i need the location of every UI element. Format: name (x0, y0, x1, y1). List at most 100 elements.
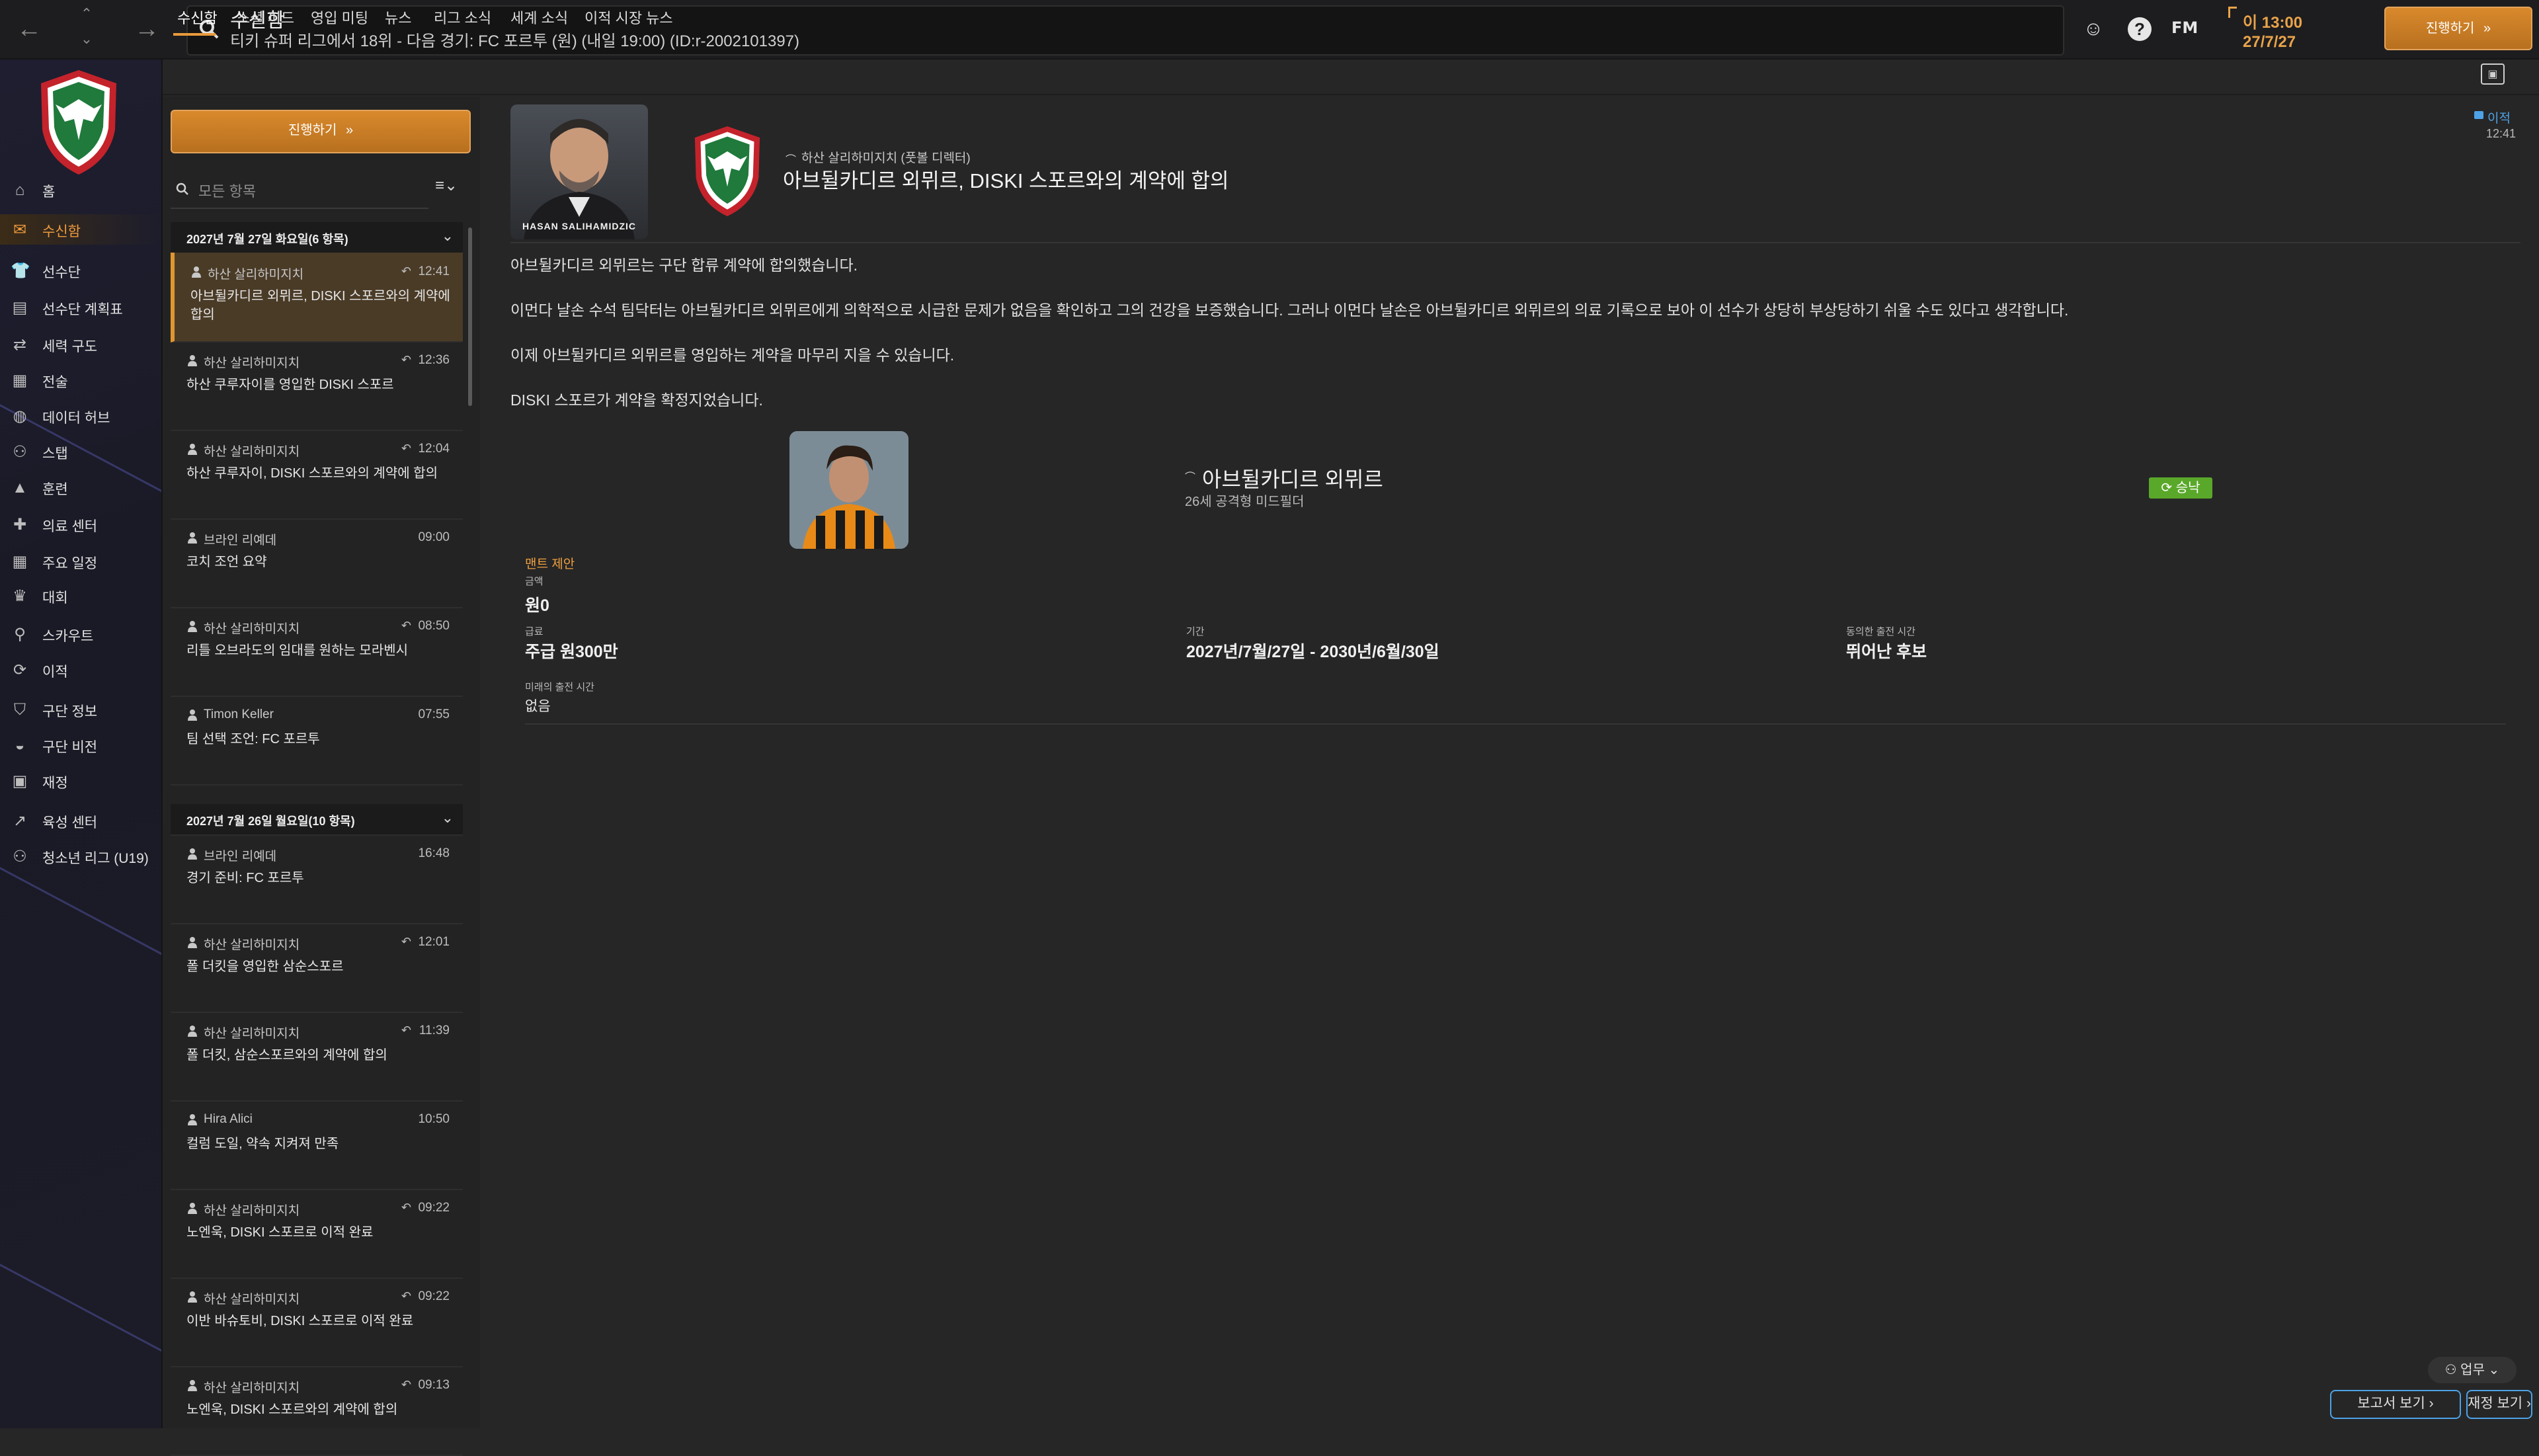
help-icon[interactable]: ? (2128, 17, 2152, 41)
message-subject: 하산 쿠루자이, DISKI 스포르와의 계약에 합의 (186, 466, 438, 481)
sidebar-item-calendar[interactable]: ▦ 주요 일정 (0, 546, 161, 577)
fm-logo[interactable]: FM (2171, 19, 2198, 37)
view-finance-label: 재정 보기 (2468, 1396, 2523, 1411)
message-category-tag[interactable]: 이적 (2487, 108, 2511, 126)
sidebar-item-inbox[interactable]: ✉ 수신함 (0, 214, 161, 245)
message-list-item[interactable]: Timon Keller 07:55 팀 선택 조언: FC 포르투 (171, 696, 463, 786)
message-list-item[interactable]: 하산 살리하미지치 ↶ 09:22 노엔욱, DISKI 스포르로 이적 완료 (171, 1189, 463, 1279)
reply-icon: ↶ (401, 442, 411, 455)
sidebar-item-club-vision[interactable]: ◒ 구단 비전 (0, 730, 161, 760)
sidebar-item-label: 주요 일정 (42, 556, 98, 571)
squad-icon: 👕 (11, 262, 30, 280)
sidebar-item-dynamics[interactable]: ⇄ 세력 구도 (0, 329, 161, 360)
back-arrow-icon[interactable]: ← (13, 13, 45, 45)
tab-inbox[interactable]: 수신함 (177, 7, 218, 28)
message-subject: 코치 조언 요약 (186, 555, 267, 569)
chevron-down-icon[interactable]: ⌄ (77, 30, 97, 50)
screenshot-icon[interactable]: ▣ (2481, 63, 2505, 85)
sidebar-item-label: 이적 (42, 665, 68, 680)
sidebar-item-staff[interactable]: ⚇ 스탭 (0, 436, 161, 467)
message-list-item[interactable]: 브라인 리예데 09:00 코치 조언 요약 (171, 518, 463, 608)
sidebar-item-data-hub[interactable]: ◍ 데이터 허브 (0, 401, 161, 431)
date-group-header[interactable]: 2027년 7월 26일 월요일(10 항목) ⌄ (171, 804, 463, 836)
sidebar-item-label: 홈 (42, 184, 56, 200)
player-name[interactable]: 아브뒬카디르 외뮈르 (1202, 463, 1383, 493)
status-text: 승낙 (2175, 481, 2200, 495)
sidebar-item-finances[interactable]: ▣ 재정 (0, 766, 161, 796)
message-body-paragraph: 이제 아브뒬카디르 외뮈르를 영입하는 계약을 마무리 지을 수 있습니다. (510, 346, 955, 364)
date-group-title: 2027년 7월 26일 월요일(10 항목) (186, 815, 355, 828)
clock-bracket-icon (2228, 7, 2237, 18)
tab-recruitment-meeting[interactable]: 영입 미팅 (311, 7, 368, 28)
sidebar-item-tactics[interactable]: ▦ 전술 (0, 365, 161, 395)
message-subject: 폴 더킷, 삼순스포르와의 계약에 합의 (186, 1048, 387, 1063)
youth-icon: ⚇ (13, 848, 27, 866)
message-subject: 아브뒬카디르 외뮈르, DISKI 스포르와의 계약에 합의 (783, 169, 1229, 192)
message-list-item[interactable]: Hira Alici 10:50 컬럼 도일, 약속 지켜져 만족 (171, 1100, 463, 1190)
continue-button[interactable]: 진행하기 » (2384, 7, 2532, 50)
message-list-item[interactable]: 하산 살리하미지치 ↶ 12:01 폴 더킷을 영입한 삼순스포르 (171, 923, 463, 1013)
sidebar-item-club-info[interactable]: ⛉ 구단 정보 (0, 694, 161, 725)
person-icon (188, 1380, 197, 1391)
sender-club-crest (694, 126, 760, 217)
role-selector[interactable]: ⚇ 업무 ⌄ (2428, 1357, 2517, 1383)
message-list-item[interactable]: 하산 살리하미지치 ↶ 12:04 하산 쿠루자이, DISKI 스포르와의 계약에 … (171, 430, 463, 520)
club-crest-logo[interactable] (36, 66, 122, 179)
chevron-up-icon[interactable]: ⌃ (77, 5, 97, 25)
message-sender[interactable]: 하산 살리하미지치 (풋볼 디렉터) (801, 148, 971, 166)
wage-value: 주급 원300만 (525, 643, 618, 661)
player-photo[interactable] (789, 431, 908, 549)
sidebar-item-squad[interactable]: 👕 선수단 (0, 255, 161, 286)
sidebar-item-development[interactable]: ↗ 육성 센터 (0, 805, 161, 836)
future-time-value: 없음 (525, 699, 551, 714)
manager-avatar-icon[interactable]: ☺ (2081, 17, 2105, 41)
message-sender: Timon Keller (204, 708, 274, 721)
message-list-item[interactable]: 하산 살리하미지치 ↶ 09:22 이반 바슈토비, DISKI 스포르로 이적 완료 (171, 1277, 463, 1367)
message-sender: 하산 살리하미지치 (204, 1027, 300, 1041)
refresh-icon: ⟳ (2161, 481, 2173, 495)
message-list-item[interactable]: 하산 살리하미지치 ↶ 11:39 폴 더킷, 삼순스포르와의 계약에 합의 (171, 1012, 463, 1102)
forward-arrow-icon[interactable]: → (131, 13, 163, 45)
list-continue-button[interactable]: 진행하기 » (171, 110, 471, 153)
tab-news[interactable]: 뉴스 (385, 7, 411, 28)
filter-menu-icon[interactable]: ≡⌄ (435, 176, 468, 202)
sidebar-item-label: 수신함 (42, 224, 81, 239)
person-icon (188, 937, 197, 948)
date-group-header[interactable]: 2027년 7월 27일 화요일(6 항목) ⌄ (171, 222, 463, 254)
person-icon (188, 1026, 197, 1037)
message-list-item[interactable]: 하산 살리하미지치 ↶ 09:13 노엔욱, DISKI 스포르와의 계약에 합의 (171, 1366, 463, 1456)
message-list-item[interactable]: 하산 살리하미지치 ↶ 08:50 리틀 오브라도의 임대를 원하는 모라벤시 (171, 607, 463, 697)
sidebar-item-scouting[interactable]: ⚲ 스카우트 (0, 619, 161, 649)
sidebar-item-medical[interactable]: ✚ 의료 센터 (0, 509, 161, 540)
people-icon: ⚇ (2444, 1363, 2457, 1377)
view-finance-button[interactable]: 재정 보기 › (2466, 1390, 2532, 1419)
tab-transfer-news[interactable]: 이적 시장 뉴스 (584, 7, 673, 28)
message-sender: 하산 살리하미지치 (204, 1204, 300, 1218)
sidebar-item-youth[interactable]: ⚇ 청소년 리그 (U19) (0, 841, 161, 871)
status-badge: ⟳ 승낙 (2149, 477, 2212, 499)
message-list-item[interactable]: 하산 살리하미지치 ↶ 12:36 하산 쿠루자이를 영입한 DISKI 스포르 (171, 341, 463, 431)
message-subject: 하산 쿠루자이를 영입한 DISKI 스포르 (186, 378, 394, 392)
view-report-button[interactable]: 보고서 보기 › (2330, 1390, 2461, 1419)
message-list-item[interactable]: 브라인 리예데 16:48 경기 준비: FC 포르투 (171, 834, 463, 924)
reply-icon: ↶ (401, 619, 411, 632)
fee-label: 금액 (525, 576, 544, 587)
trophy-icon: ♛ (13, 587, 27, 605)
sidebar-item-trophy[interactable]: ♛ 대회 (0, 581, 161, 611)
training-icon: ▲ (12, 479, 28, 497)
tab-social-feed[interactable]: 소셜 피드 (237, 7, 294, 28)
message-list-item[interactable]: 하산 살리하미지치 ↶ 12:41 아브뒬카디르 외뮈르, DISKI 스포르와의 계… (171, 253, 463, 343)
sidebar-item-home[interactable]: ⌂ 홈 (0, 175, 161, 205)
sidebar-item-label: 육성 센터 (42, 815, 98, 830)
wage-label: 급료 (525, 626, 544, 637)
sidebar-item-training[interactable]: ▲ 훈련 (0, 472, 161, 503)
tab-world-news[interactable]: 세계 소식 (510, 7, 568, 28)
sidebar-item-planner[interactable]: ▤ 선수단 계획표 (0, 292, 161, 323)
period-label: 기간 (1186, 626, 1205, 637)
message-time: 09:00 (418, 530, 450, 544)
list-scrollbar[interactable] (468, 227, 472, 406)
tab-league-news[interactable]: 리그 소식 (434, 7, 491, 28)
message-time: 09:22 (418, 1289, 450, 1303)
date-group-title: 2027년 7월 27일 화요일(6 항목) (186, 233, 348, 246)
sidebar-item-transfers[interactable]: ⟳ 이적 (0, 655, 161, 685)
